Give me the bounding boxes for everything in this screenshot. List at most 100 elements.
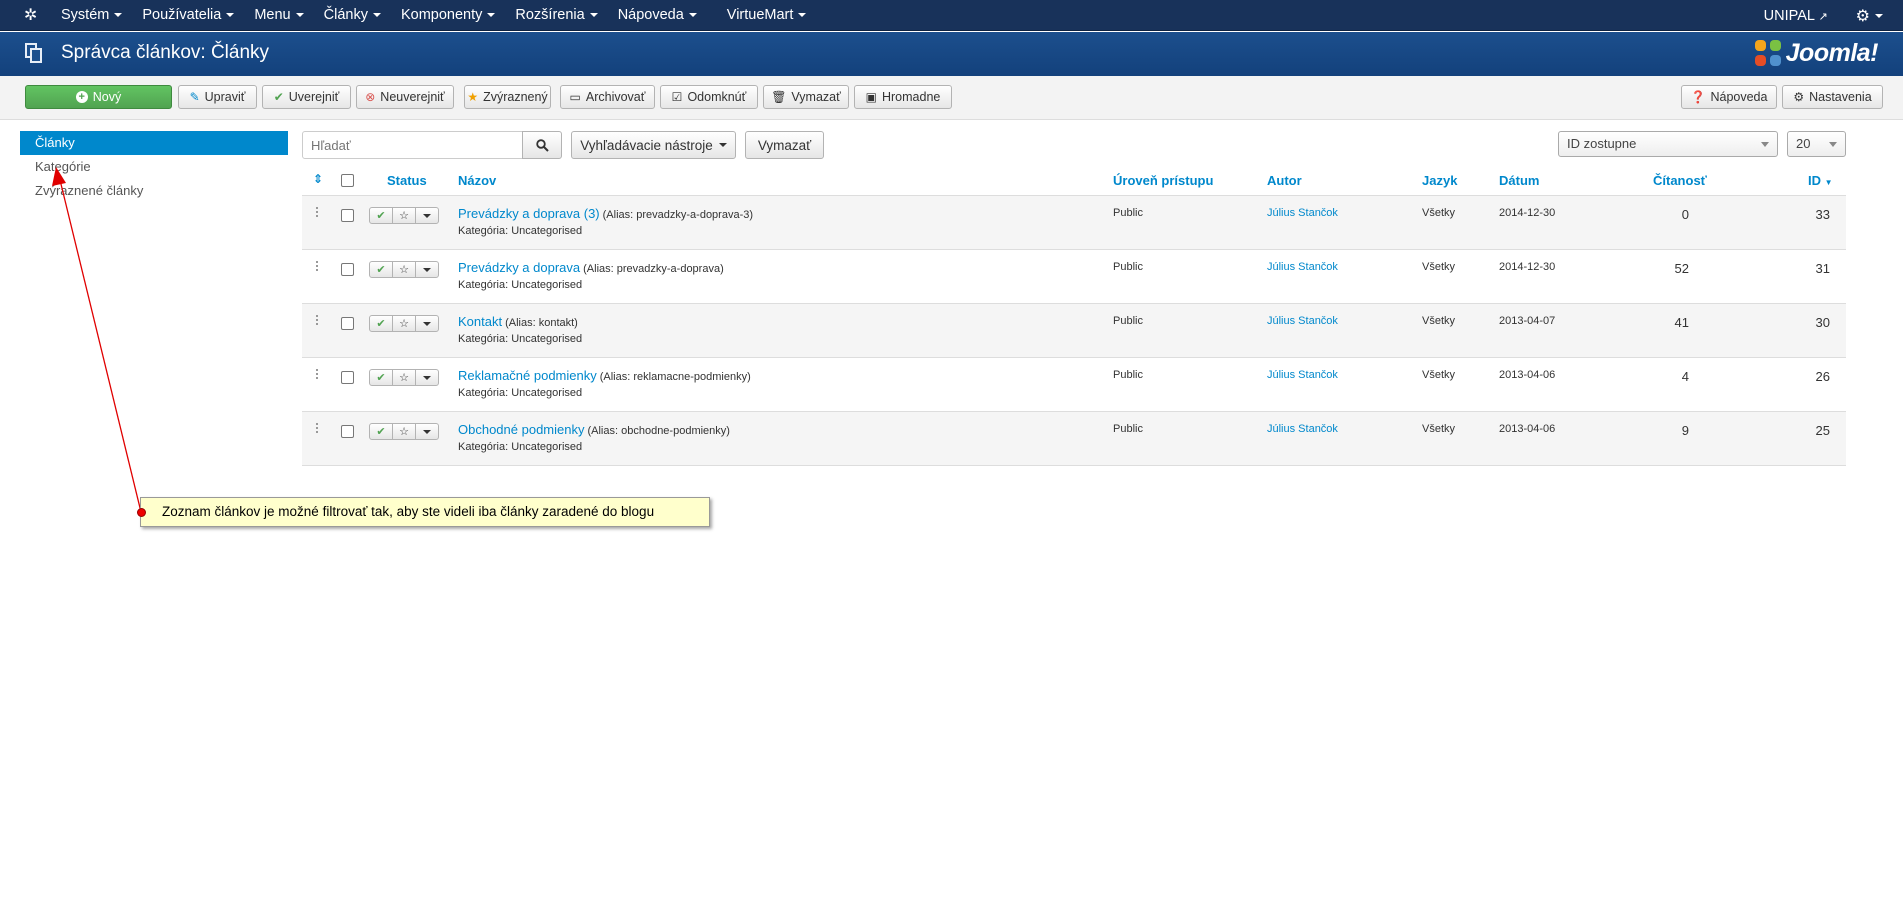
clear-button[interactable]: Vymazať bbox=[745, 131, 824, 159]
article-category: Kategória: Uncategorised bbox=[458, 441, 583, 453]
column-language[interactable]: Jazyk bbox=[1422, 173, 1457, 188]
unpublish-button[interactable]: ⊗ Neuverejniť bbox=[356, 85, 454, 109]
drag-handle-icon[interactable] bbox=[316, 261, 318, 273]
article-link[interactable]: Prevádzky a doprava bbox=[458, 260, 580, 275]
article-link[interactable]: Kontakt bbox=[458, 314, 502, 329]
published-toggle[interactable]: ✔ bbox=[369, 207, 393, 224]
new-button[interactable]: + Nový bbox=[25, 85, 172, 109]
featured-toggle[interactable]: ☆ bbox=[392, 423, 416, 440]
published-toggle[interactable]: ✔ bbox=[369, 369, 393, 386]
options-button[interactable]: ⚙ Nastavenia bbox=[1782, 85, 1883, 109]
plus-circle-icon: + bbox=[75, 91, 88, 103]
menu-content[interactable]: Články bbox=[324, 0, 401, 31]
dropdown-arrow-icon bbox=[1829, 142, 1837, 147]
joomla-mark-icon bbox=[1753, 38, 1783, 68]
featured-button[interactable]: ★ Zvýraznený bbox=[464, 85, 551, 109]
menu-components[interactable]: Komponenty bbox=[401, 0, 515, 31]
menu-label: VirtueMart bbox=[726, 7, 794, 23]
sidebar-item-articles[interactable]: Články bbox=[20, 131, 288, 155]
ordering-sort-icon[interactable]: ⇕ bbox=[313, 172, 323, 186]
menu-help[interactable]: Nápoveda bbox=[618, 0, 727, 31]
featured-toggle[interactable]: ☆ bbox=[392, 315, 416, 332]
status-controls: ✔ ☆ bbox=[369, 369, 439, 386]
edit-button[interactable]: ✎ Upraviť bbox=[178, 85, 257, 109]
actions-dropdown[interactable] bbox=[415, 315, 439, 332]
checkin-button[interactable]: ☑ Odomknúť bbox=[660, 85, 758, 109]
star-outline-icon: ☆ bbox=[399, 264, 409, 276]
publish-button[interactable]: ✔ Uverejniť bbox=[262, 85, 351, 109]
row-checkbox[interactable] bbox=[341, 209, 354, 222]
column-status[interactable]: Status bbox=[387, 173, 427, 188]
author-link[interactable]: Július Stančok bbox=[1267, 261, 1338, 273]
date: 2014-12-30 bbox=[1499, 261, 1556, 273]
author-link[interactable]: Július Stančok bbox=[1267, 423, 1338, 435]
row-checkbox[interactable] bbox=[341, 317, 354, 330]
published-toggle[interactable]: ✔ bbox=[369, 261, 393, 278]
hits: 9 bbox=[1681, 423, 1689, 438]
joomla-logo-icon[interactable]: ✲ bbox=[24, 7, 42, 25]
featured-toggle[interactable]: ☆ bbox=[392, 207, 416, 224]
select-all-checkbox[interactable] bbox=[341, 174, 354, 187]
trash-button[interactable]: 🗑 Vymazať bbox=[763, 85, 849, 109]
menu-system[interactable]: Systém bbox=[61, 0, 142, 31]
check-icon: ✔ bbox=[376, 426, 386, 438]
help-button[interactable]: ❓ Nápoveda bbox=[1681, 85, 1777, 109]
caret-down-icon bbox=[295, 13, 304, 18]
ordering-select[interactable]: ID zostupne bbox=[1558, 131, 1778, 157]
menu-menus[interactable]: Menu bbox=[254, 0, 323, 31]
actions-dropdown[interactable] bbox=[415, 369, 439, 386]
site-name: UNIPAL bbox=[1763, 7, 1815, 24]
article-link[interactable]: Prevádzky a doprava (3) bbox=[458, 206, 600, 221]
published-toggle[interactable]: ✔ bbox=[369, 423, 393, 440]
search-tools-button[interactable]: Vyhľadávacie nástroje bbox=[571, 131, 736, 159]
author-link[interactable]: Július Stančok bbox=[1267, 207, 1338, 219]
menu-users[interactable]: Používatelia bbox=[142, 0, 254, 31]
search-input[interactable] bbox=[302, 131, 523, 159]
search-button[interactable] bbox=[522, 131, 562, 159]
column-access[interactable]: Úroveň prístupu bbox=[1113, 173, 1213, 188]
sidebar-item-categories[interactable]: Kategórie bbox=[20, 155, 288, 179]
column-date[interactable]: Dátum bbox=[1499, 173, 1539, 188]
sort-desc-icon: ▼ bbox=[1824, 178, 1833, 187]
menu-label: Systém bbox=[61, 7, 110, 23]
author-link[interactable]: Július Stančok bbox=[1267, 315, 1338, 327]
menu-extensions[interactable]: Rozšírenia bbox=[515, 0, 617, 31]
featured-toggle[interactable]: ☆ bbox=[392, 369, 416, 386]
row-checkbox[interactable] bbox=[341, 371, 354, 384]
limit-select[interactable]: 20 bbox=[1787, 131, 1846, 157]
sidebar-item-featured[interactable]: Zvýraznené články bbox=[20, 179, 288, 203]
site-link[interactable]: UNIPAL ↗ bbox=[1764, 8, 1828, 24]
article-category: Kategória: Uncategorised bbox=[458, 279, 583, 291]
column-title[interactable]: Názov bbox=[458, 173, 496, 188]
drag-handle-icon[interactable] bbox=[316, 369, 318, 381]
row-checkbox[interactable] bbox=[341, 263, 354, 276]
article-link[interactable]: Reklamačné podmienky bbox=[458, 368, 597, 383]
batch-button[interactable]: ▣ Hromadne bbox=[854, 85, 952, 109]
author-link[interactable]: Július Stančok bbox=[1267, 369, 1338, 381]
menu-label: Menu bbox=[254, 7, 291, 23]
actions-dropdown[interactable] bbox=[415, 423, 439, 440]
row-checkbox[interactable] bbox=[341, 425, 354, 438]
column-hits[interactable]: Čítanosť bbox=[1653, 173, 1707, 188]
drag-handle-icon[interactable] bbox=[316, 423, 318, 435]
annotation-callout: Zoznam článkov je možné filtrovať tak, a… bbox=[140, 497, 710, 527]
caret-down-icon bbox=[718, 143, 727, 147]
menu-virtuemart[interactable]: VirtueMart bbox=[727, 0, 827, 31]
published-toggle[interactable]: ✔ bbox=[369, 315, 393, 332]
featured-toggle[interactable]: ☆ bbox=[392, 261, 416, 278]
actions-dropdown[interactable] bbox=[415, 261, 439, 278]
article-alias: (Alias: kontakt) bbox=[505, 317, 578, 329]
access-level: Public bbox=[1113, 423, 1143, 435]
drag-handle-icon[interactable] bbox=[316, 315, 318, 327]
column-author[interactable]: Autor bbox=[1267, 173, 1302, 188]
drag-handle-icon[interactable] bbox=[316, 207, 318, 219]
hits: 41 bbox=[1674, 315, 1689, 330]
article-alias: (Alias: reklamacne-podmienky) bbox=[599, 371, 751, 383]
actions-dropdown[interactable] bbox=[415, 207, 439, 224]
gear-icon: ⚙ bbox=[1855, 7, 1870, 25]
caret-down-icon bbox=[423, 213, 431, 218]
article-link[interactable]: Obchodné podmienky bbox=[458, 422, 584, 437]
column-id[interactable]: ID ▼ bbox=[1808, 173, 1833, 188]
user-menu[interactable]: ⚙ bbox=[1856, 6, 1883, 26]
archive-button[interactable]: ▭ Archivovať bbox=[560, 85, 655, 109]
